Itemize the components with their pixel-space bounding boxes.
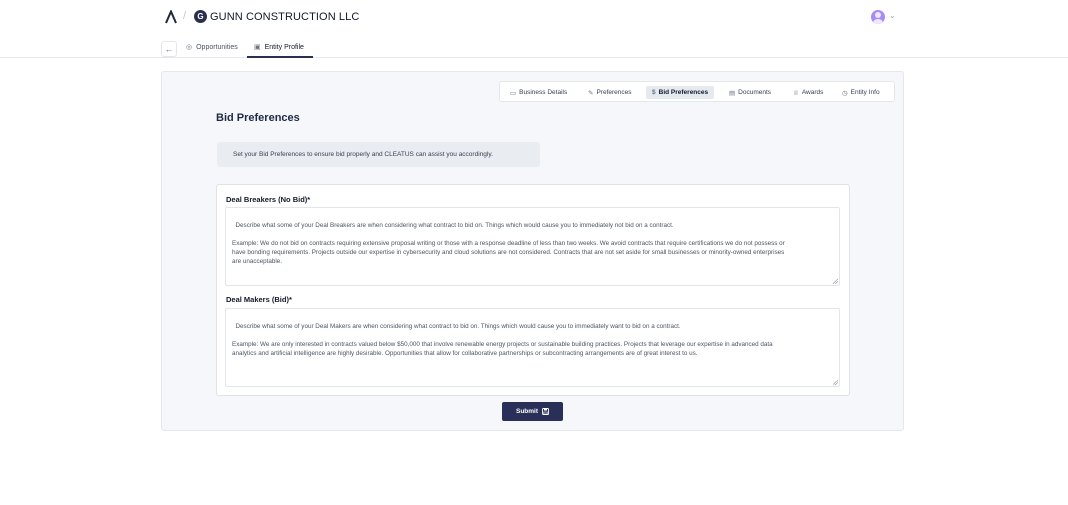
tab-opportunities[interactable]: ◎ Opportunities <box>186 43 238 52</box>
chevron-down-icon[interactable]: ⌄ <box>889 11 896 20</box>
id-card-icon: ▣ <box>254 44 261 51</box>
active-tab-indicator <box>247 56 313 58</box>
profile-subtabs: ▭ Business Details ✎ Preferences $ Bid P… <box>499 81 895 102</box>
nav-bar: ← ◎ Opportunities ▣ Entity Profile <box>0 38 1068 58</box>
tab-entity-profile[interactable]: ▣ Entity Profile <box>254 43 304 52</box>
top-bar: / G GUNN CONSTRUCTION LLC ⌄ <box>0 0 1068 34</box>
subtab-business-details[interactable]: ▭ Business Details <box>504 86 573 99</box>
subtab-bid-preferences[interactable]: $ Bid Preferences <box>646 86 715 99</box>
user-avatar[interactable] <box>871 10 885 24</box>
pencil-icon: ✎ <box>588 89 594 97</box>
clock-icon: ◷ <box>842 89 848 97</box>
breadcrumb-separator: / <box>183 10 187 22</box>
subtab-label: Entity Info <box>850 89 880 96</box>
deal-makers-label: Deal Makers (Bid)* <box>226 295 292 304</box>
tab-label: Entity Profile <box>264 43 304 51</box>
submit-label: Submit <box>515 408 539 415</box>
document-icon: ▤ <box>729 89 736 97</box>
back-button[interactable]: ← <box>161 41 177 57</box>
deal-breakers-label: Deal Breakers (No Bid)* <box>226 195 311 204</box>
subtab-label: Preferences <box>596 89 632 96</box>
company-avatar[interactable]: G <box>194 10 207 23</box>
trophy-icon: ♕ <box>793 89 799 97</box>
briefcase-icon: ▭ <box>510 89 517 97</box>
page-title: Bid Preferences <box>216 112 300 124</box>
resize-handle-icon[interactable] <box>833 380 838 385</box>
subtab-label: Documents <box>738 89 772 96</box>
deal-makers-textarea[interactable]: Describe what some of your Deal Makers a… <box>225 308 840 387</box>
resize-handle-icon[interactable] <box>833 279 838 284</box>
subtab-preferences[interactable]: ✎ Preferences <box>582 86 638 99</box>
target-icon: ◎ <box>186 44 193 51</box>
subtab-entity-info[interactable]: ◷ Entity Info <box>836 86 886 99</box>
subtab-label: Business Details <box>519 89 568 96</box>
required-mark: * <box>288 295 292 304</box>
tab-label: Opportunities <box>196 43 238 51</box>
deal-breakers-textarea[interactable]: Describe what some of your Deal Breakers… <box>225 207 840 286</box>
save-icon <box>542 408 549 415</box>
company-name[interactable]: GUNN CONSTRUCTION LLC <box>210 11 359 23</box>
info-banner: Set your Bid Preferences to ensure bid p… <box>217 142 540 167</box>
dollar-icon: $ <box>652 89 656 96</box>
submit-button[interactable]: Submit <box>502 402 563 421</box>
subtab-awards[interactable]: ♕ Awards <box>787 86 829 99</box>
deal-makers-placeholder: Describe what some of your Deal Makers a… <box>232 323 773 357</box>
deal-breakers-placeholder: Describe what some of your Deal Breakers… <box>232 222 785 265</box>
subtab-documents[interactable]: ▤ Documents <box>723 86 777 99</box>
required-mark: * <box>307 195 311 204</box>
subtab-label: Awards <box>801 89 824 96</box>
subtab-label: Bid Preferences <box>658 89 709 96</box>
cleatus-logo-icon[interactable] <box>164 10 178 24</box>
